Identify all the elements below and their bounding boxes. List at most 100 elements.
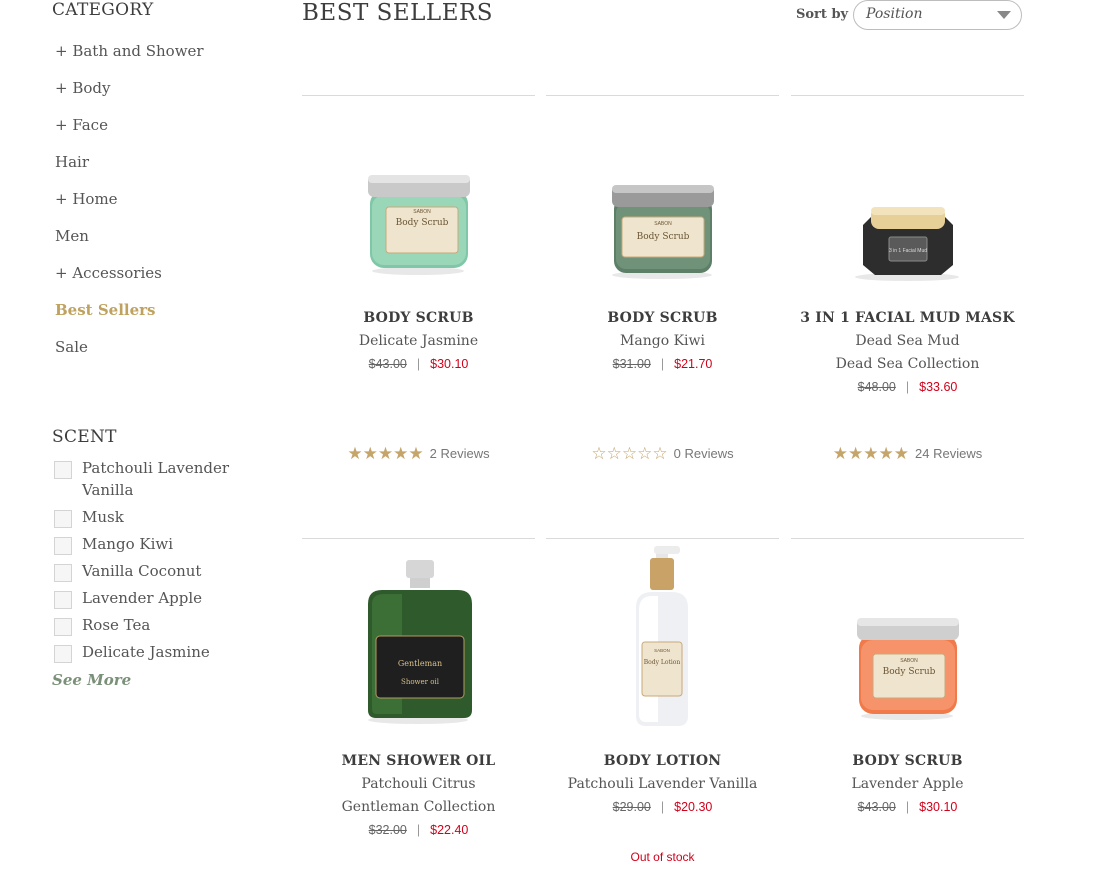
star-icon: ★: [362, 444, 378, 463]
product-card[interactable]: 3 in 1 Facial Mud 3 IN 1 FACIAL MUD MASK…: [791, 95, 1024, 495]
sale-price: $21.70: [674, 357, 713, 371]
reviews-link[interactable]: 24 Reviews: [915, 446, 982, 461]
old-price: $43.00: [368, 357, 407, 371]
sort-dropdown[interactable]: Position: [853, 0, 1022, 30]
category-item-hair[interactable]: Hair: [55, 153, 204, 190]
star-icon: ☆: [606, 444, 622, 463]
product-variant: Lavender Apple: [851, 776, 964, 792]
scent-filter-lavender-apple[interactable]: Lavender Apple: [54, 589, 254, 609]
category-item-accessories[interactable]: + Accessories: [55, 264, 204, 301]
product-name[interactable]: BODY SCRUB: [302, 310, 535, 326]
sale-price: $22.40: [430, 823, 469, 837]
scent-label: Musk: [82, 508, 124, 526]
star-icon: ★: [878, 444, 894, 463]
product-card[interactable]: Body Scrub SABON BODY SCRUB Lavender App…: [791, 538, 1024, 878]
category-item-sale[interactable]: Sale: [55, 338, 204, 375]
star-icon: ☆: [621, 444, 638, 463]
sale-price: $30.10: [919, 800, 958, 814]
category-item-body[interactable]: + Body: [55, 79, 204, 116]
bottle-label-text: Body Lotion: [644, 659, 681, 666]
price-row: $43.00 | $30.10: [368, 357, 469, 371]
product-variant: Patchouli Lavender Vanilla: [567, 776, 758, 792]
product-image-body-scrub-jasmine[interactable]: Body Scrub SABON: [302, 95, 535, 285]
rating-row: ★ ★ ★ ★ ★ 2 Reviews: [302, 445, 535, 462]
scent-filter-delicate-jasmine[interactable]: Delicate Jasmine: [54, 643, 254, 663]
checkbox[interactable]: [54, 510, 72, 528]
product-card[interactable]: Body Scrub SABON BODY SCRUB Delicate Jas…: [302, 95, 535, 495]
old-price: $31.00: [612, 357, 651, 371]
scent-filter-patchouli-lavender-vanilla[interactable]: Patchouli Lavender Vanilla: [54, 459, 254, 501]
old-price: $43.00: [857, 800, 896, 814]
sale-price: $30.10: [430, 357, 469, 371]
product-variant: Dead Sea Mud: [855, 333, 960, 349]
scent-filter-rose-tea[interactable]: Rose Tea: [54, 616, 254, 636]
category-heading: CATEGORY: [52, 0, 154, 20]
product-image-mud-mask[interactable]: 3 in 1 Facial Mud: [791, 95, 1024, 285]
svg-text:SABON: SABON: [654, 648, 670, 653]
scent-label: Patchouli Lavender Vanilla: [82, 459, 230, 499]
product-name[interactable]: BODY LOTION: [546, 753, 779, 769]
product-image-body-scrub-lavender-apple[interactable]: Body Scrub SABON: [791, 538, 1024, 728]
svg-text:Shower oil: Shower oil: [401, 678, 440, 686]
old-price: $48.00: [857, 380, 896, 394]
scent-label: Rose Tea: [82, 616, 151, 634]
scent-filter-vanilla-coconut[interactable]: Vanilla Coconut: [54, 562, 254, 582]
scent-label: Lavender Apple: [82, 589, 203, 607]
star-icon: ★: [408, 444, 424, 463]
svg-text:SABON: SABON: [413, 209, 431, 215]
checkbox[interactable]: [54, 645, 72, 663]
star-icon: ★: [377, 444, 394, 463]
price-row: $32.00 | $22.40: [368, 823, 469, 837]
checkbox[interactable]: [54, 537, 72, 555]
product-image-shower-oil[interactable]: Gentleman Shower oil: [302, 538, 535, 728]
star-rating: ★ ★ ★ ★ ★: [833, 445, 909, 462]
jar-label-text: Body Scrub: [396, 218, 449, 228]
price-row: $43.00 | $30.10: [857, 800, 958, 814]
product-image-body-lotion[interactable]: Body Lotion SABON: [546, 538, 779, 733]
star-icon: ☆: [652, 444, 668, 463]
category-item-best-sellers[interactable]: Best Sellers: [55, 301, 204, 338]
reviews-link[interactable]: 2 Reviews: [430, 446, 490, 461]
product-variant: Patchouli Citrus: [361, 776, 476, 792]
product-variant: Mango Kiwi: [620, 333, 705, 349]
checkbox[interactable]: [54, 591, 72, 609]
category-item-bath-shower[interactable]: + Bath and Shower: [55, 42, 204, 79]
scent-label: Vanilla Coconut: [82, 562, 202, 580]
price-row: $29.00 | $20.30: [612, 800, 713, 814]
star-rating: ☆ ☆ ☆ ☆ ☆: [591, 445, 667, 462]
star-icon: ☆: [591, 444, 607, 463]
product-name[interactable]: 3 IN 1 FACIAL MUD MASK: [791, 310, 1024, 326]
star-icon: ★: [393, 444, 409, 463]
stock-status: Out of stock: [630, 850, 695, 864]
category-item-home[interactable]: + Home: [55, 190, 204, 227]
star-icon: ★: [893, 444, 910, 463]
sale-price: $33.60: [919, 380, 958, 394]
category-list: + Bath and Shower + Body + Face Hair + H…: [55, 42, 204, 375]
product-card[interactable]: Gentleman Shower oil MEN SHOWER OIL Patc…: [302, 538, 535, 878]
star-icon: ☆: [637, 444, 653, 463]
product-collection: Dead Sea Collection: [835, 356, 980, 372]
svg-text:SABON: SABON: [900, 658, 918, 664]
category-item-face[interactable]: + Face: [55, 116, 204, 153]
product-card[interactable]: Body Lotion SABON BODY LOTION Patchouli …: [546, 538, 779, 878]
checkbox[interactable]: [54, 618, 72, 636]
star-icon: ★: [347, 444, 363, 463]
checkbox[interactable]: [54, 564, 72, 582]
reviews-link[interactable]: 0 Reviews: [674, 446, 734, 461]
rating-row: ★ ★ ★ ★ ★ 24 Reviews: [791, 445, 1024, 462]
sale-price: $20.30: [674, 800, 713, 814]
scent-filter-musk[interactable]: Musk: [54, 508, 254, 528]
product-image-body-scrub-mango-kiwi[interactable]: Body Scrub SABON: [546, 95, 779, 285]
product-name[interactable]: BODY SCRUB: [791, 753, 1024, 769]
category-item-men[interactable]: Men: [55, 227, 204, 264]
old-price: $32.00: [368, 823, 407, 837]
scent-heading: SCENT: [52, 427, 117, 447]
checkbox[interactable]: [54, 461, 72, 479]
product-name[interactable]: MEN SHOWER OIL: [302, 753, 535, 769]
product-card[interactable]: Body Scrub SABON BODY SCRUB Mango Kiwi $…: [546, 95, 779, 495]
sort-label: Sort by: [796, 7, 849, 22]
sort-value: Position: [866, 6, 923, 22]
scent-filter-mango-kiwi[interactable]: Mango Kiwi: [54, 535, 254, 555]
see-more-link[interactable]: See More: [52, 671, 131, 689]
product-name[interactable]: BODY SCRUB: [546, 310, 779, 326]
